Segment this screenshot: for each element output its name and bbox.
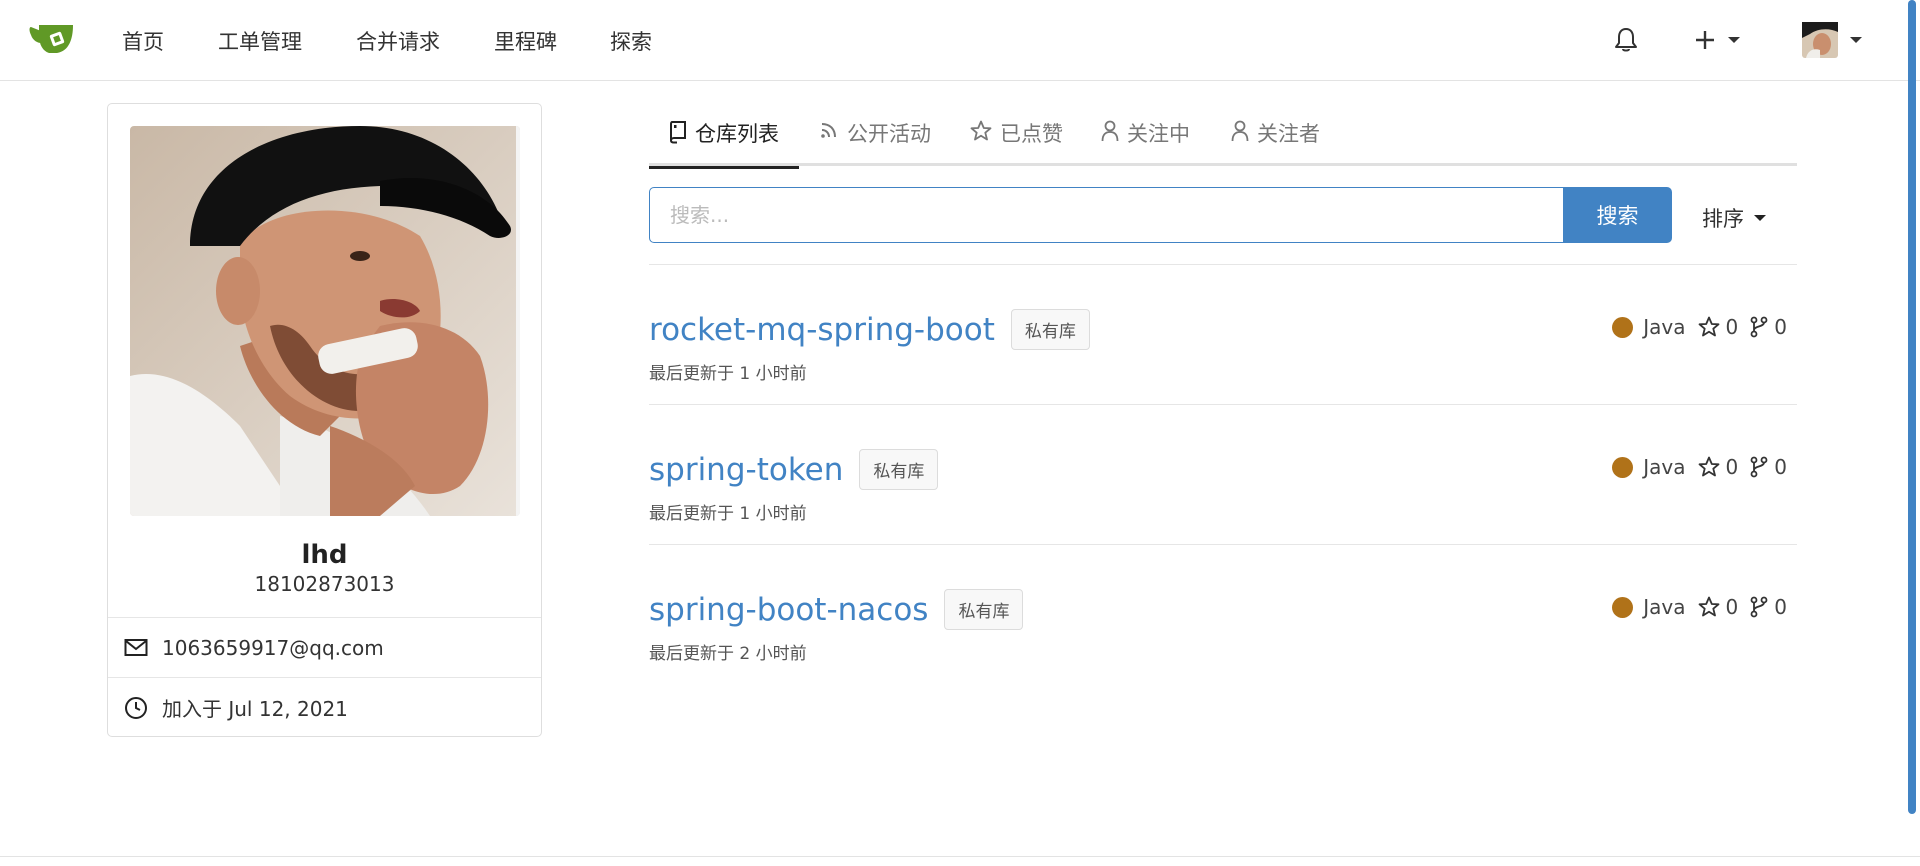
gitea-logo[interactable]: [29, 21, 75, 57]
language-color-dot: [1612, 456, 1634, 478]
mail-icon: [124, 638, 148, 656]
profile-email[interactable]: 1063659917@qq.com: [162, 636, 384, 660]
profile-fullname: 18102873013: [254, 572, 395, 596]
sort-dropdown[interactable]: 排序: [1702, 203, 1766, 233]
repo-stars[interactable]: 0: [1698, 455, 1739, 479]
profile-email-row: 1063659917@qq.com: [108, 617, 541, 677]
nav-explore[interactable]: 探索: [610, 25, 652, 59]
repo-name-link[interactable]: spring-token: [649, 452, 843, 488]
language-color-dot: [1612, 316, 1634, 338]
repo-stars[interactable]: 0: [1698, 595, 1739, 619]
rss-icon: [821, 123, 836, 138]
repo-forks[interactable]: 0: [1750, 455, 1787, 479]
tab-label: 仓库列表: [695, 122, 779, 146]
fork-count: 0: [1774, 595, 1787, 619]
tab-label: 关注中: [1127, 122, 1190, 146]
star-count: 0: [1725, 455, 1739, 479]
fork-count: 0: [1774, 315, 1787, 339]
repo-forks[interactable]: 0: [1750, 315, 1787, 339]
repo-stars[interactable]: 0: [1698, 315, 1739, 339]
top-navbar: 首页 工单管理 合并请求 里程碑 探索: [0, 0, 1920, 81]
tab-label: 已点赞: [1000, 122, 1063, 146]
repo-name-link[interactable]: spring-boot-nacos: [649, 592, 928, 628]
profile-card: lhd 18102873013 1063659917@qq.com 加入于 Ju…: [107, 103, 542, 737]
repo-icon: [670, 121, 686, 144]
private-badge: 私有库: [859, 449, 939, 490]
star-icon: [1698, 456, 1719, 477]
repo-updated-time: 最后更新于 1 小时前: [649, 364, 807, 384]
person-icon: [1101, 120, 1119, 142]
plus-icon: [1696, 31, 1714, 49]
list-item: spring-token 私有库 最后更新于 1 小时前 Java 0 0: [649, 405, 1797, 545]
clock-icon: [125, 696, 147, 719]
avatar: [1802, 22, 1838, 58]
repo-search-input[interactable]: [649, 187, 1564, 243]
repository-list: rocket-mq-spring-boot 私有库 最后更新于 1 小时前 Ja…: [649, 264, 1797, 685]
bell-icon: [1615, 28, 1637, 52]
tab-label: 关注者: [1257, 122, 1320, 146]
tab-followers[interactable]: 关注者: [1231, 118, 1320, 166]
repo-language: Java: [1643, 595, 1686, 619]
repo-updated-time: 最后更新于 2 小时前: [649, 644, 807, 664]
profile-avatar: [130, 126, 520, 516]
repo-stats: Java 0 0: [1612, 315, 1787, 339]
profile-joined-row: 加入于 Jul 12, 2021: [108, 677, 541, 737]
repo-language: Java: [1643, 455, 1686, 479]
profile-username: lhd: [301, 540, 348, 570]
star-count: 0: [1725, 595, 1739, 619]
star-icon: [1698, 596, 1719, 617]
repo-updated-time: 最后更新于 1 小时前: [649, 504, 807, 524]
search-button[interactable]: 搜索: [1563, 187, 1672, 243]
user-menu-dropdown[interactable]: [1802, 20, 1862, 60]
chevron-down-icon: [1728, 37, 1740, 43]
nav-home[interactable]: 首页: [122, 25, 164, 59]
page-scrollbar[interactable]: [1908, 0, 1916, 814]
chevron-down-icon: [1850, 37, 1862, 43]
profile-tabs: 仓库列表 公开活动 已点赞 关注中 关注者: [649, 110, 1797, 169]
fork-icon: [1750, 456, 1768, 478]
list-item: rocket-mq-spring-boot 私有库 最后更新于 1 小时前 Ja…: [649, 265, 1797, 405]
repo-stats: Java 0 0: [1612, 455, 1787, 479]
nav-issues[interactable]: 工单管理: [218, 25, 302, 59]
tab-starred[interactable]: 已点赞: [970, 118, 1063, 166]
person-icon: [1231, 120, 1249, 142]
fork-icon: [1750, 316, 1768, 338]
footer-divider: [0, 856, 1920, 857]
nav-milestones[interactable]: 里程碑: [494, 25, 557, 59]
language-color-dot: [1612, 596, 1634, 618]
profile-joined-date: 加入于 Jul 12, 2021: [162, 697, 348, 721]
notifications-button[interactable]: [1614, 20, 1638, 60]
repo-name-link[interactable]: rocket-mq-spring-boot: [649, 312, 995, 348]
star-count: 0: [1725, 315, 1739, 339]
create-new-dropdown[interactable]: [1694, 20, 1740, 60]
list-item: spring-boot-nacos 私有库 最后更新于 2 小时前 Java 0…: [649, 545, 1797, 685]
sort-label: 排序: [1702, 207, 1744, 231]
repo-language: Java: [1643, 315, 1686, 339]
fork-count: 0: [1774, 455, 1787, 479]
star-icon: [970, 120, 992, 141]
private-badge: 私有库: [944, 589, 1024, 630]
tab-following[interactable]: 关注中: [1101, 118, 1190, 166]
nav-pull-requests[interactable]: 合并请求: [356, 25, 440, 59]
star-icon: [1698, 316, 1719, 337]
fork-icon: [1750, 596, 1768, 618]
repo-forks[interactable]: 0: [1750, 595, 1787, 619]
tab-public-activity[interactable]: 公开活动: [819, 118, 931, 166]
tab-repositories[interactable]: 仓库列表: [649, 118, 799, 169]
tab-label: 公开活动: [847, 122, 931, 146]
chevron-down-icon: [1754, 215, 1766, 221]
active-tab-indicator: [649, 166, 799, 169]
repo-stats: Java 0 0: [1612, 595, 1787, 619]
private-badge: 私有库: [1010, 309, 1090, 350]
